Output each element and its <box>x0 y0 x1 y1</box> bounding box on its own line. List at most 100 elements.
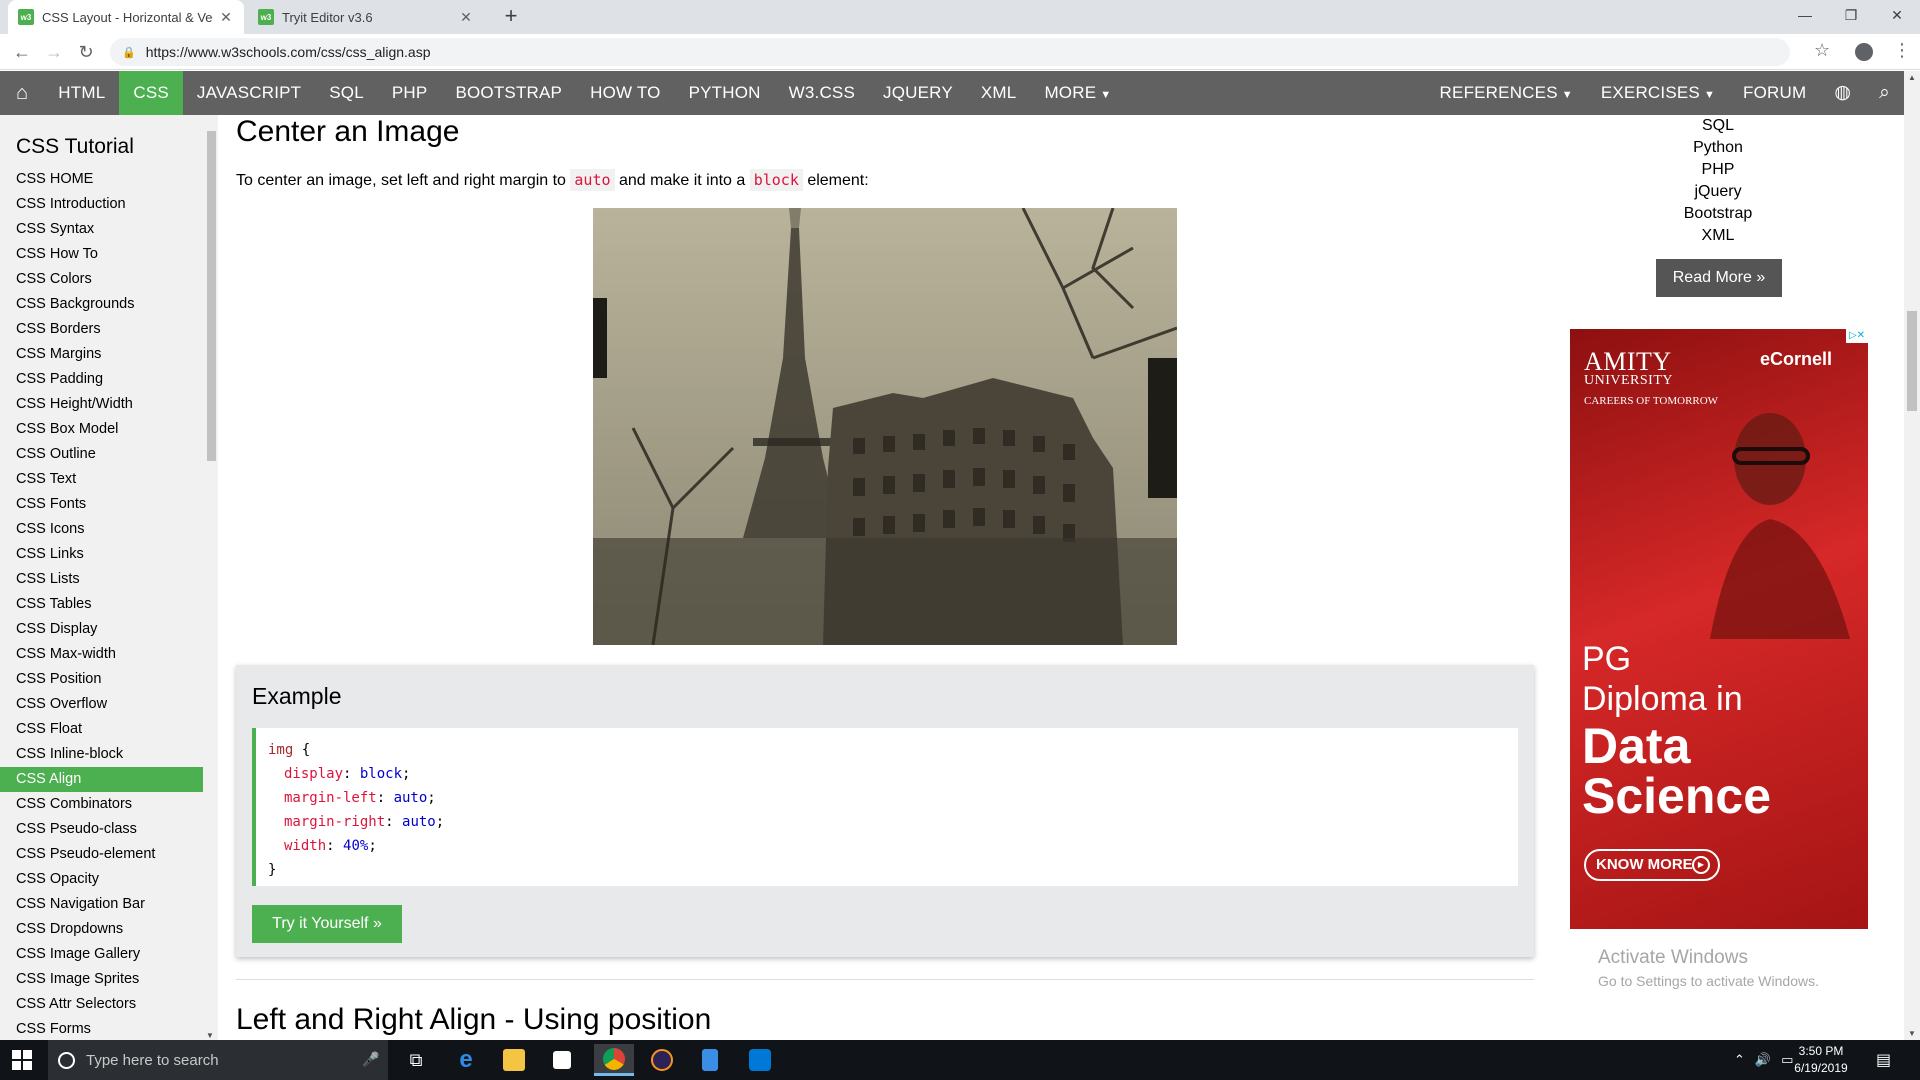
sidebar-item-css-pseudo-class[interactable]: CSS Pseudo-class <box>0 817 203 842</box>
store-icon[interactable] <box>542 1044 582 1076</box>
sidebar-item-css-home[interactable]: CSS HOME <box>0 167 203 192</box>
nav-more[interactable]: MORE ▼ <box>1030 71 1125 115</box>
new-tab-button[interactable]: + <box>498 4 524 30</box>
ref-link-xml[interactable]: XML <box>1560 225 1876 247</box>
ref-link-sql[interactable]: SQL <box>1560 115 1876 137</box>
taskbar-clock[interactable]: 3:50 PM 6/19/2019 <box>1780 1043 1862 1077</box>
bookmark-star-icon[interactable]: ☆ <box>1814 40 1830 61</box>
try-it-yourself-button[interactable]: Try it Yourself » <box>252 905 402 943</box>
nav-python[interactable]: PYTHON <box>675 71 775 115</box>
sidebar-item-css-box-model[interactable]: CSS Box Model <box>0 417 203 442</box>
browser-tab-css-layout[interactable]: w3 CSS Layout - Horizontal & Vertic ✕ <box>8 0 244 34</box>
address-bar[interactable]: 🔒 https://www.w3schools.com/css/css_alig… <box>110 38 1790 66</box>
read-more-button[interactable]: Read More » <box>1656 259 1782 297</box>
file-explorer-icon[interactable] <box>494 1044 534 1076</box>
sidebar-item-css-colors[interactable]: CSS Colors <box>0 267 203 292</box>
back-arrow-icon[interactable]: ← <box>10 40 34 64</box>
notepad-icon[interactable] <box>690 1044 730 1076</box>
edge-browser-icon[interactable]: e <box>446 1044 486 1076</box>
profile-avatar-icon[interactable] <box>1855 43 1873 61</box>
chevron-up-icon[interactable]: ⌃ <box>1734 1052 1745 1068</box>
nav-exercises[interactable]: EXERCISES ▼ <box>1587 71 1729 115</box>
sidebar-item-css-icons[interactable]: CSS Icons <box>0 517 203 542</box>
sidebar-item-css-dropdowns[interactable]: CSS Dropdowns <box>0 917 203 942</box>
sidebar-item-css-backgrounds[interactable]: CSS Backgrounds <box>0 292 203 317</box>
eclipse-icon[interactable] <box>642 1044 682 1076</box>
sidebar-item-css-display[interactable]: CSS Display <box>0 617 203 642</box>
sidebar-item-css-fonts[interactable]: CSS Fonts <box>0 492 203 517</box>
chrome-icon[interactable] <box>594 1044 634 1076</box>
nav-jquery[interactable]: JQUERY <box>869 71 967 115</box>
sidebar-item-css-forms[interactable]: CSS Forms <box>0 1017 203 1040</box>
nav-bootstrap[interactable]: BOOTSTRAP <box>441 71 576 115</box>
sidebar-item-css-margins[interactable]: CSS Margins <box>0 342 203 367</box>
sidebar-item-css-float[interactable]: CSS Float <box>0 717 203 742</box>
sidebar-item-css-image-sprites[interactable]: CSS Image Sprites <box>0 967 203 992</box>
sidebar-item-css-borders[interactable]: CSS Borders <box>0 317 203 342</box>
windows-start-icon[interactable] <box>12 1050 32 1070</box>
home-icon[interactable]: ⌂ <box>0 71 44 115</box>
ref-link-jquery[interactable]: jQuery <box>1560 181 1876 203</box>
scroll-up-arrow-icon[interactable]: ▲ <box>1908 73 1916 82</box>
advertisement-banner[interactable]: ▷✕ AMITY UNIVERSITY CAREERS OF TOMORROW e… <box>1570 329 1868 929</box>
sidebar-item-css-padding[interactable]: CSS Padding <box>0 367 203 392</box>
nav-xml[interactable]: XML <box>967 71 1031 115</box>
search-icon[interactable]: ⌕ <box>1865 71 1904 115</box>
sidebar-item-css-navigation-bar[interactable]: CSS Navigation Bar <box>0 892 203 917</box>
nav-php[interactable]: PHP <box>378 71 442 115</box>
sidebar-item-css-lists[interactable]: CSS Lists <box>0 567 203 592</box>
sidebar-item-css-text[interactable]: CSS Text <box>0 467 203 492</box>
ref-link-bootstrap[interactable]: Bootstrap <box>1560 203 1876 225</box>
notifications-icon[interactable]: ▤ <box>1876 1040 1891 1080</box>
nav-javascript[interactable]: JAVASCRIPT <box>183 71 315 115</box>
sidebar-item-css-attr-selectors[interactable]: CSS Attr Selectors <box>0 992 203 1017</box>
sidebar-item-css-image-gallery[interactable]: CSS Image Gallery <box>0 942 203 967</box>
sidebar-item-css-syntax[interactable]: CSS Syntax <box>0 217 203 242</box>
restore-button[interactable]: ❐ <box>1828 0 1874 30</box>
minimize-button[interactable]: — <box>1782 0 1828 30</box>
sidebar-item-css-align[interactable]: CSS Align <box>0 767 203 792</box>
vscode-icon[interactable] <box>740 1044 780 1076</box>
page-scroll-thumb[interactable] <box>1907 311 1917 411</box>
sidebar-item-css-overflow[interactable]: CSS Overflow <box>0 692 203 717</box>
globe-icon[interactable]: ◍ <box>1820 71 1865 115</box>
page-scrollbar[interactable]: ▲ ▼ <box>1904 71 1920 1040</box>
sidebar-item-css-links[interactable]: CSS Links <box>0 542 203 567</box>
forward-arrow-icon[interactable]: → <box>42 40 66 64</box>
sidebar-scroll-thumb[interactable] <box>207 131 216 461</box>
nav-howto[interactable]: HOW TO <box>576 71 674 115</box>
scroll-down-arrow-icon[interactable]: ▼ <box>206 1031 214 1040</box>
ref-link-python[interactable]: Python <box>1560 137 1876 159</box>
close-window-button[interactable]: ✕ <box>1874 0 1920 30</box>
nav-css[interactable]: CSS <box>119 71 183 115</box>
nav-w3css[interactable]: W3.CSS <box>775 71 869 115</box>
task-view-icon[interactable]: ⧉ <box>396 1044 436 1076</box>
close-tab-icon[interactable]: ✕ <box>458 9 474 26</box>
nav-html[interactable]: HTML <box>44 71 119 115</box>
close-tab-icon[interactable]: ✕ <box>218 9 234 26</box>
sidebar-item-css-pseudo-element[interactable]: CSS Pseudo-element <box>0 842 203 867</box>
sidebar-item-css-combinators[interactable]: CSS Combinators <box>0 792 203 817</box>
sidebar-item-css-tables[interactable]: CSS Tables <box>0 592 203 617</box>
sidebar-scrollbar[interactable]: ▼ <box>205 115 218 1040</box>
reload-icon[interactable]: ↻ <box>74 40 98 64</box>
microphone-icon[interactable]: 🎤 <box>362 1051 379 1068</box>
sidebar-item-css-outline[interactable]: CSS Outline <box>0 442 203 467</box>
ad-know-more-button[interactable]: KNOW MORE ▶ <box>1584 849 1720 881</box>
taskbar-search-input[interactable]: Type here to search 🎤 <box>48 1040 388 1080</box>
nav-references[interactable]: REFERENCES ▼ <box>1426 71 1587 115</box>
sidebar-item-css-height-width[interactable]: CSS Height/Width <box>0 392 203 417</box>
volume-icon[interactable]: 🔊 <box>1755 1052 1771 1068</box>
sidebar-item-css-inline-block[interactable]: CSS Inline-block <box>0 742 203 767</box>
sidebar-item-css-how-to[interactable]: CSS How To <box>0 242 203 267</box>
ad-choices-icon[interactable]: ▷✕ <box>1846 329 1868 343</box>
scroll-down-arrow-icon[interactable]: ▼ <box>1908 1029 1916 1038</box>
ref-link-php[interactable]: PHP <box>1560 159 1876 181</box>
sidebar-item-css-position[interactable]: CSS Position <box>0 667 203 692</box>
sidebar-item-css-opacity[interactable]: CSS Opacity <box>0 867 203 892</box>
nav-sql[interactable]: SQL <box>315 71 378 115</box>
sidebar-item-css-max-width[interactable]: CSS Max-width <box>0 642 203 667</box>
sidebar-item-css-introduction[interactable]: CSS Introduction <box>0 192 203 217</box>
browser-tab-tryit[interactable]: w3 Tryit Editor v3.6 ✕ <box>248 0 484 34</box>
nav-forum[interactable]: FORUM <box>1729 71 1820 115</box>
